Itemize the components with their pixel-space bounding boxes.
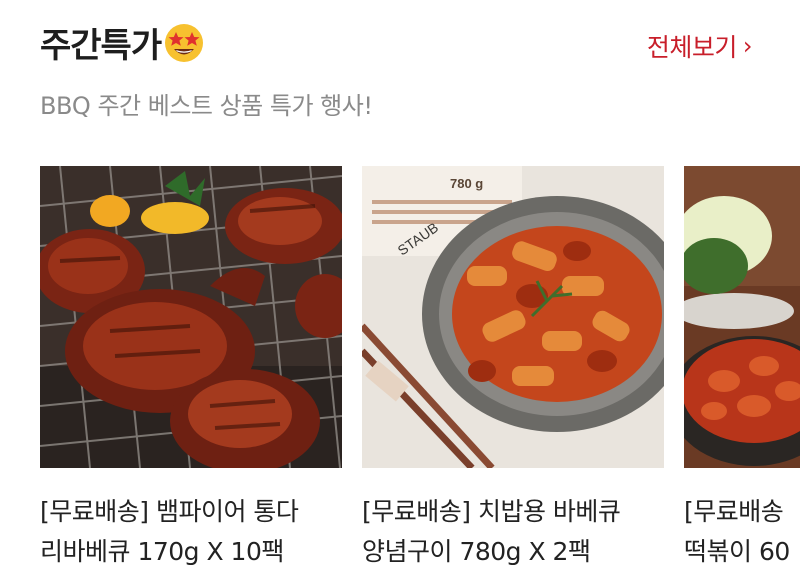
product-image-bbq-chicken[interactable] <box>40 166 342 468</box>
package-weight-label: 780 g <box>450 176 483 191</box>
product-name[interactable]: [무료배송] 치밥용 바베큐 양념구이 780g X 2팩 <box>362 492 664 572</box>
section-title-text: 주간특가 <box>40 26 162 66</box>
section-title: 주간특가 <box>40 18 205 67</box>
product-name-line1: [무료배송 <box>684 497 784 526</box>
view-all-label: 전체보기 <box>646 33 738 62</box>
chevron-right-icon: › <box>742 32 753 60</box>
product-image-tteokbokki-pan[interactable]: 780 g STAUB <box>362 166 664 468</box>
product-name[interactable]: [무료배송 떡볶이 60 <box>684 492 800 572</box>
section-subtitle: BBQ 주간 베스트 상품 특가 행사! <box>40 92 373 120</box>
product-name[interactable]: [무료배송] 뱀파이어 통다 리바베큐 170g X 10팩 <box>40 492 342 572</box>
product-image-chicken-tteokbokki[interactable] <box>684 166 800 468</box>
view-all-link[interactable]: 전체보기 › <box>646 28 753 64</box>
product-card[interactable]: [무료배송] 뱀파이어 통다 리바베큐 170g X 10팩 <box>40 166 342 572</box>
star-struck-emoji-icon <box>165 23 204 62</box>
product-card[interactable]: [무료배송 떡볶이 60 <box>684 166 800 572</box>
product-name-line2: 리바베큐 170g X 10팩 <box>40 537 284 566</box>
product-name-line2: 떡볶이 60 <box>684 537 790 566</box>
product-card[interactable]: 780 g STAUB [무료배송] 치밥용 바베큐 양념구이 780g X 2… <box>362 166 664 572</box>
product-name-line2: 양념구이 780g X 2팩 <box>362 537 591 566</box>
product-name-line1: [무료배송] 뱀파이어 통다 <box>40 497 299 526</box>
product-name-line1: [무료배송] 치밥용 바베큐 <box>362 497 621 526</box>
